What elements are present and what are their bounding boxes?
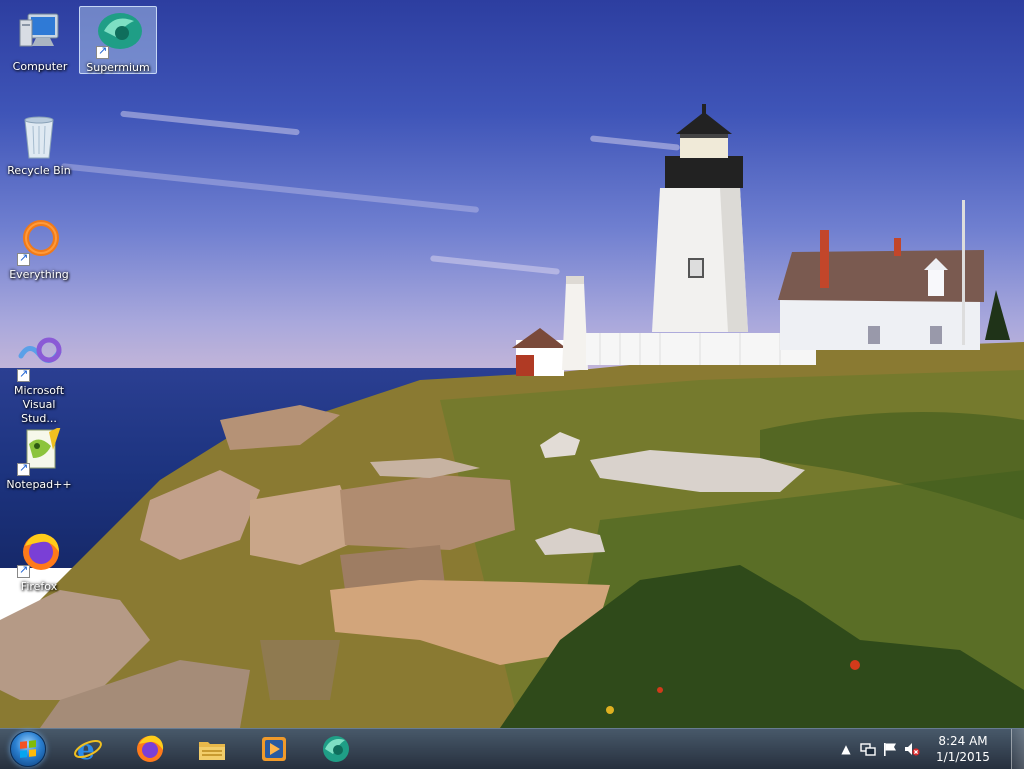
file-explorer-icon	[199, 742, 225, 760]
taskbar: e ▲ 8:24 AM 1/1/2015	[0, 728, 1024, 769]
desktop-icon-notepad-plus-plus[interactable]: Notepad++	[1, 424, 77, 491]
windows-start-orb-icon	[10, 731, 46, 767]
start-button[interactable]	[4, 729, 50, 769]
everything-icon	[15, 218, 63, 266]
notepad-plus-plus-icon	[15, 426, 63, 476]
desktop-icon-label: Everything	[9, 268, 69, 281]
desktop-icon-label: Microsoft Visual Stud...	[13, 384, 65, 425]
internet-explorer-icon: e	[74, 734, 102, 764]
taskbar-firefox-button[interactable]	[122, 731, 176, 767]
clock-time: 8:24 AM	[938, 734, 988, 748]
taskbar-internet-explorer-button[interactable]: e	[60, 731, 114, 767]
desktop-wallpaper	[0, 0, 1024, 768]
visual-studio-icon	[15, 334, 63, 382]
desktop-icon-recycle-bin[interactable]: Recycle Bin	[1, 110, 77, 177]
recycle-bin-icon	[15, 114, 63, 162]
supermium-icon	[323, 736, 349, 762]
volume-muted-icon[interactable]	[904, 741, 920, 757]
supermium-icon	[94, 11, 142, 59]
taskbar-media-player-button[interactable]	[246, 731, 300, 767]
taskbar-file-explorer-button[interactable]	[184, 731, 238, 767]
firefox-icon	[137, 735, 164, 762]
computer-icon	[16, 10, 64, 58]
shortcut-arrow-icon	[17, 563, 30, 578]
desktop-icon-label: Recycle Bin	[7, 164, 71, 177]
show-desktop-button[interactable]	[1011, 729, 1024, 769]
system-tray: ▲ 8:24 AM 1/1/2015	[834, 729, 1024, 769]
desktop-icon-label: Supermium	[86, 61, 150, 74]
shortcut-arrow-icon	[17, 251, 30, 266]
show-hidden-icons-chevron-icon[interactable]: ▲	[838, 741, 854, 757]
desktop-icon-label: Computer	[12, 60, 68, 73]
media-player-icon	[262, 737, 286, 761]
wallpaper-landscape	[0, 104, 1024, 728]
firefox-icon	[15, 530, 63, 578]
desktop-icon-computer[interactable]: Computer	[2, 6, 78, 73]
desktop-icon-visual-studio[interactable]: Microsoft Visual Stud...	[1, 330, 77, 425]
desktop-icon-label: Notepad++	[6, 478, 72, 491]
desktop-icon-firefox[interactable]: Firefox	[1, 526, 77, 593]
shortcut-arrow-icon	[17, 367, 30, 382]
desktop-icon-supermium[interactable]: Supermium	[79, 6, 157, 74]
taskbar-clock[interactable]: 8:24 AM 1/1/2015	[926, 733, 1000, 765]
shortcut-arrow-icon	[96, 44, 109, 59]
svg-text:e: e	[77, 734, 95, 764]
shortcut-arrow-icon	[17, 461, 30, 476]
taskbar-supermium-button[interactable]	[308, 731, 362, 767]
desktop-icon-everything[interactable]: Everything	[1, 214, 77, 281]
clock-date: 1/1/2015	[936, 750, 990, 764]
network-icon[interactable]	[860, 741, 876, 757]
desktop-icon-label: Firefox	[20, 580, 58, 593]
action-center-flag-icon[interactable]	[882, 741, 898, 757]
